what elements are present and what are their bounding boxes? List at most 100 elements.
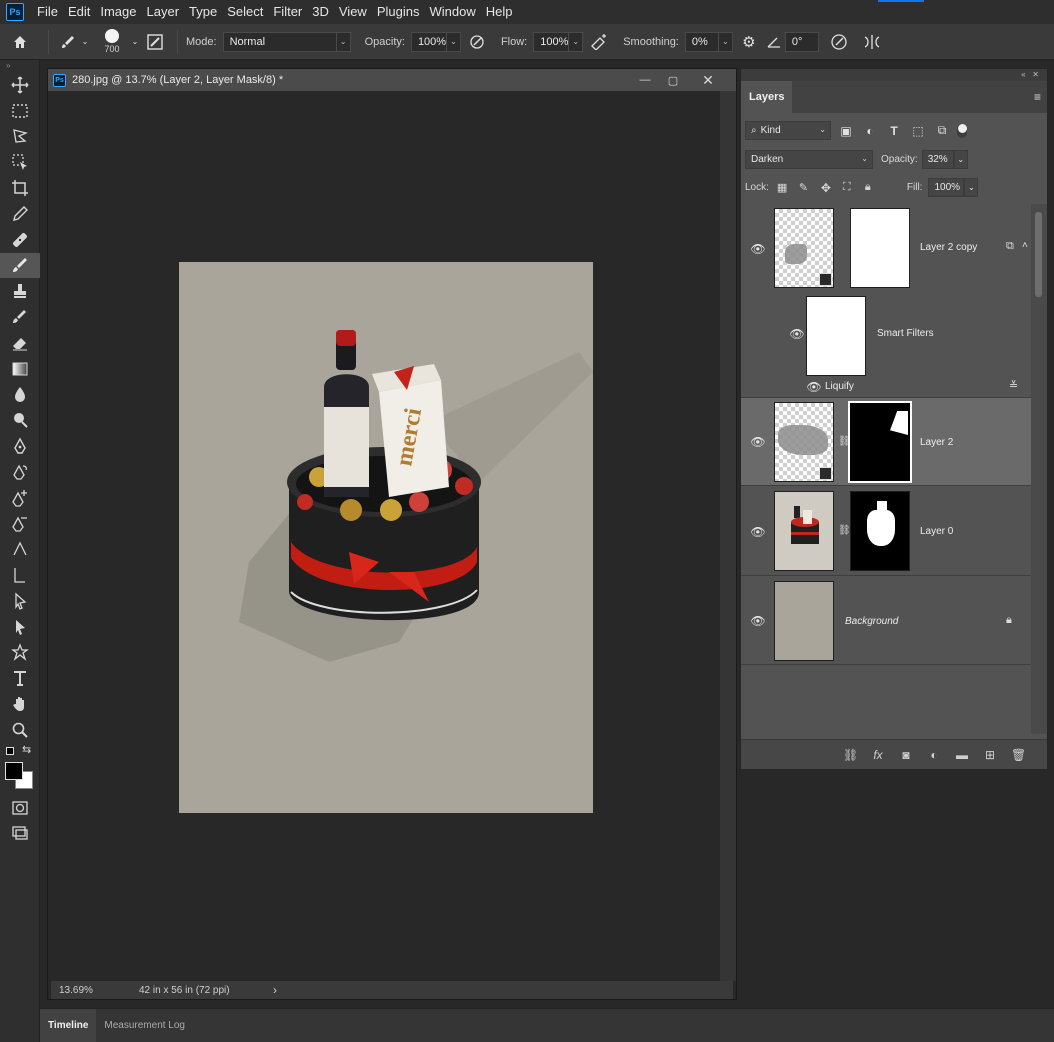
scrollbar-thumb[interactable]: [1035, 212, 1042, 297]
screen-mode-icon[interactable]: [0, 821, 40, 847]
link-layers-icon[interactable]: ⛓︎: [843, 748, 858, 762]
marquee-tool-icon[interactable]: [0, 98, 40, 124]
menu-filter[interactable]: Filter: [268, 0, 307, 24]
chevron-down-icon[interactable]: ⌄: [964, 178, 979, 197]
angle-input[interactable]: 0°: [784, 31, 819, 52]
layer-thumbnail[interactable]: [774, 491, 834, 571]
eye-icon[interactable]: 👁︎: [806, 380, 821, 394]
healing-brush-tool-icon[interactable]: [0, 227, 40, 253]
swap-colors-icon[interactable]: ⇆: [22, 743, 31, 756]
lock-artboard-icon[interactable]: ⛶: [843, 181, 865, 194]
menu-edit[interactable]: Edit: [63, 0, 95, 24]
layer-name[interactable]: Layer 2: [920, 437, 953, 448]
type-tool-icon[interactable]: [0, 665, 40, 691]
move-tool-icon[interactable]: [0, 72, 40, 98]
zoom-tool-icon[interactable]: [0, 717, 40, 743]
chevron-up-icon[interactable]: ˄: [1022, 240, 1028, 251]
tab-timeline[interactable]: Timeline: [40, 1009, 97, 1042]
panel-collapse-close[interactable]: « ✕: [741, 69, 1047, 81]
fx-icon[interactable]: fx: [871, 748, 885, 762]
collapse-grip-icon[interactable]: »: [0, 60, 39, 72]
lock-position-icon[interactable]: ✥: [821, 181, 843, 195]
pen-tool-icon[interactable]: [0, 433, 40, 459]
brush-settings-icon[interactable]: [141, 33, 169, 50]
close-icon[interactable]: ✕: [694, 69, 722, 91]
layer-list[interactable]: 👁︎ Layer 2 copy ⧉ ˄ 👁︎ Smart Filters 👁︎ …: [741, 204, 1033, 665]
new-group-icon[interactable]: ▬: [955, 748, 969, 762]
fill-input[interactable]: 100%: [928, 178, 965, 197]
filter-kind-select[interactable]: ⌕ Kind ⌄: [745, 121, 831, 140]
maximize-icon[interactable]: ▢: [659, 69, 687, 91]
menu-select[interactable]: Select: [222, 0, 268, 24]
filter-name[interactable]: Liquify: [825, 381, 854, 392]
object-selection-tool-icon[interactable]: [0, 149, 40, 175]
layer-opacity-input[interactable]: 32%: [921, 150, 954, 169]
chevron-down-icon[interactable]: ⌄: [718, 31, 733, 52]
menu-image[interactable]: Image: [95, 0, 141, 24]
chevron-down-icon[interactable]: ⌄: [79, 37, 91, 46]
eye-icon[interactable]: 👁︎: [750, 242, 765, 256]
lasso-tool-icon[interactable]: [0, 124, 40, 150]
menu-3d[interactable]: 3D: [307, 0, 334, 24]
layer-mask-thumbnail[interactable]: [848, 401, 912, 483]
dodge-tool-icon[interactable]: [0, 407, 40, 433]
canvas-image[interactable]: merci: [179, 262, 593, 813]
symmetry-icon[interactable]: [859, 34, 885, 50]
gear-icon[interactable]: ⚙: [733, 33, 765, 51]
line-tool-icon[interactable]: [0, 562, 40, 588]
layer-row-layer-2[interactable]: 👁︎ ⛓︎ Layer 2: [741, 398, 1033, 486]
filter-type-icon[interactable]: T: [885, 124, 903, 138]
smart-filters-label[interactable]: Smart Filters: [877, 328, 934, 339]
lock-transparent-icon[interactable]: ▦: [777, 181, 799, 194]
opacity-input[interactable]: 100%: [410, 31, 447, 52]
brush-tool-icon[interactable]: [0, 252, 40, 279]
layer-thumbnail[interactable]: [774, 208, 834, 288]
adjustment-layer-icon[interactable]: ◐: [927, 748, 941, 762]
layer-row-background[interactable]: 👁︎ Background 🔒︎: [741, 577, 1033, 665]
filter-smart-object-icon[interactable]: ⧉: [933, 123, 951, 138]
tab-measurement-log[interactable]: Measurement Log: [96, 1009, 193, 1042]
custom-shape-tool-icon[interactable]: [0, 640, 40, 666]
trash-icon[interactable]: 🗑︎: [1011, 748, 1026, 762]
zoom-level[interactable]: 13.69%: [59, 985, 139, 996]
filter-adjustment-icon[interactable]: ◐: [861, 124, 879, 138]
gradient-tool-icon[interactable]: [0, 356, 40, 382]
menu-layer[interactable]: Layer: [142, 0, 185, 24]
eye-icon[interactable]: 👁︎: [750, 525, 765, 539]
chevron-down-icon[interactable]: ⌄: [446, 31, 461, 52]
eye-icon[interactable]: 👁︎: [789, 327, 804, 341]
smart-filter-options-icon[interactable]: ⧉: [1006, 240, 1014, 253]
document-info[interactable]: 42 in x 56 in (72 ppi): [139, 985, 273, 996]
quick-mask-icon[interactable]: [0, 795, 40, 821]
new-layer-icon[interactable]: ⊞: [983, 748, 997, 762]
panel-menu-icon[interactable]: ≡: [1034, 81, 1047, 113]
filter-row-liquify[interactable]: 👁︎ Liquify ≚: [741, 376, 1033, 398]
layer-row-layer-0[interactable]: 👁︎ ⛓︎ Layer 0: [741, 487, 1033, 576]
menu-view[interactable]: View: [334, 0, 372, 24]
path-selection-tool-icon[interactable]: [0, 588, 40, 614]
history-brush-tool-icon[interactable]: [0, 304, 40, 330]
brush-preset-icon[interactable]: [57, 34, 79, 50]
minimize-icon[interactable]: —: [631, 69, 659, 91]
mode-select[interactable]: Normal: [222, 31, 337, 52]
filter-pixel-icon[interactable]: ▣: [837, 124, 855, 138]
convert-point-tool-icon[interactable]: [0, 536, 40, 562]
blur-tool-icon[interactable]: [0, 382, 40, 408]
menu-help[interactable]: Help: [481, 0, 518, 24]
layer-thumbnail[interactable]: [774, 581, 834, 661]
freeform-pen-tool-icon[interactable]: [0, 459, 40, 485]
blend-mode-select[interactable]: Darken ⌄: [745, 150, 873, 169]
crop-tool-icon[interactable]: [0, 175, 40, 201]
layer-mask-thumbnail[interactable]: [850, 491, 910, 571]
flow-input[interactable]: 100%: [533, 31, 570, 52]
vertical-scrollbar[interactable]: [720, 91, 736, 981]
clone-stamp-tool-icon[interactable]: [0, 278, 40, 304]
home-icon[interactable]: [0, 24, 40, 60]
layer-mask-thumbnail[interactable]: [850, 208, 910, 288]
chevron-down-icon[interactable]: ⌄: [953, 150, 968, 169]
foreground-color-swatch[interactable]: [5, 761, 23, 780]
filter-toggle[interactable]: [957, 123, 967, 138]
smart-filters-row[interactable]: 👁︎ Smart Filters: [741, 294, 1033, 376]
chevron-down-icon[interactable]: ⌄: [569, 31, 584, 52]
eye-icon[interactable]: 👁︎: [750, 614, 765, 628]
